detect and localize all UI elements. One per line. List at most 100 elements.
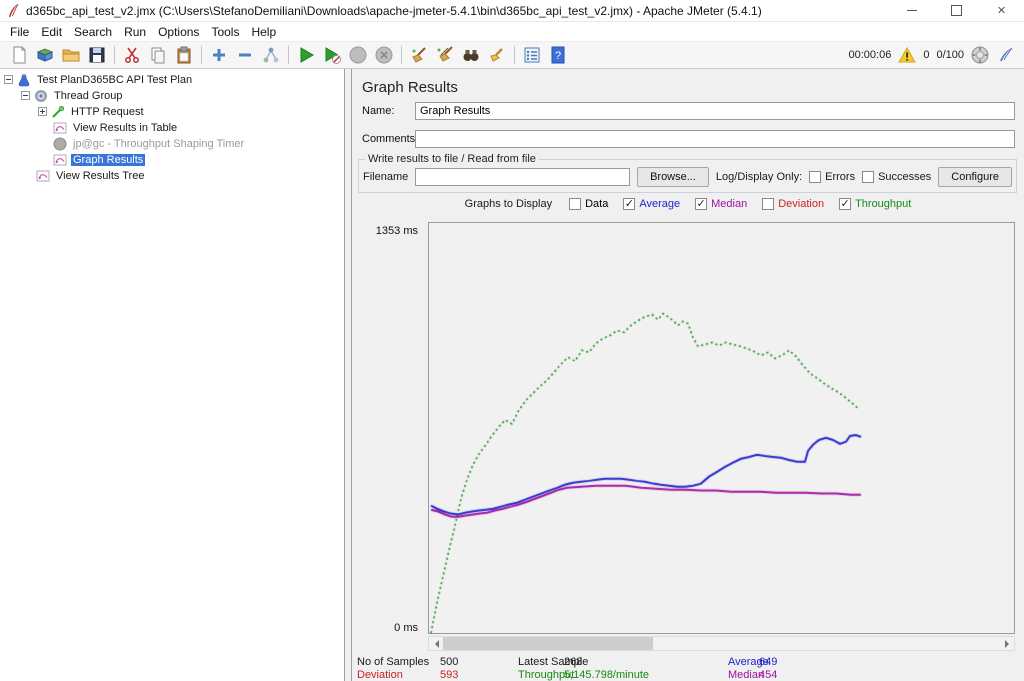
- filename-input[interactable]: [415, 168, 630, 186]
- comments-input[interactable]: [415, 130, 1015, 148]
- minimize-button[interactable]: [889, 0, 934, 21]
- median-stat-value: 454: [759, 669, 777, 681]
- throughput-stat-value: 5,145.798/minute: [564, 669, 649, 681]
- add-button[interactable]: [206, 43, 232, 67]
- toolbar-status: 00:00:06 0 0/100: [849, 46, 1018, 64]
- add-icon: [209, 45, 229, 65]
- tree-item-throughput-shaping-timer[interactable]: jp@gc - Throughput Shaping Timer: [0, 136, 344, 151]
- remote-threads-icon[interactable]: [971, 46, 989, 64]
- browse-button[interactable]: Browse...: [637, 167, 709, 187]
- menu-options[interactable]: Options: [152, 23, 205, 41]
- tree-item-http-request[interactable]: HTTP Request: [0, 104, 344, 119]
- chart-listener-icon: [36, 169, 50, 183]
- function-helper-button[interactable]: [519, 43, 545, 67]
- new-file-button[interactable]: [6, 43, 32, 67]
- search-reset-button[interactable]: [484, 43, 510, 67]
- scrollbar-track[interactable]: [443, 637, 1000, 650]
- stop-button[interactable]: [345, 43, 371, 67]
- search-button[interactable]: [458, 43, 484, 67]
- data-checkbox[interactable]: Data: [569, 198, 608, 210]
- y-axis-min-label: 0 ms: [366, 622, 418, 634]
- menu-help[interactable]: Help: [245, 23, 282, 41]
- save-button[interactable]: [84, 43, 110, 67]
- checkbox-box-checked: [623, 198, 635, 210]
- collapse-icon[interactable]: [4, 75, 13, 84]
- median-checkbox[interactable]: Median: [695, 198, 747, 210]
- titlebar: d365bc_api_test_v2.jmx (C:\Users\Stefano…: [0, 0, 1024, 22]
- splitter[interactable]: [345, 69, 352, 681]
- copy-icon: [148, 45, 168, 65]
- menu-search[interactable]: Search: [68, 23, 118, 41]
- average-stat-value: 649: [759, 656, 777, 668]
- horizontal-scrollbar[interactable]: [428, 636, 1015, 651]
- start-icon: [296, 45, 316, 65]
- window-title: d365bc_api_test_v2.jmx (C:\Users\Stefano…: [26, 4, 762, 18]
- feather-icon: [996, 47, 1014, 63]
- svg-text:?: ?: [555, 50, 561, 62]
- tree-item-label: Test PlanD365BC API Test Plan: [35, 74, 194, 86]
- menu-run[interactable]: Run: [118, 23, 152, 41]
- graph-canvas: [429, 223, 1014, 633]
- errors-label: Errors: [825, 171, 855, 183]
- chart-region: 1353 ms 0 ms: [352, 219, 1024, 659]
- configure-button[interactable]: Configure: [938, 167, 1012, 187]
- new-file-icon: [9, 45, 29, 65]
- warning-triangle-icon[interactable]: [898, 47, 916, 63]
- successes-checkbox[interactable]: Successes: [862, 171, 931, 183]
- remove-button[interactable]: [232, 43, 258, 67]
- toolbar-separator: [201, 46, 202, 64]
- window-controls: [889, 0, 1024, 21]
- thread-count: 0/100: [936, 49, 964, 61]
- clear-one-icon: [409, 45, 429, 65]
- scroll-right-arrow-icon[interactable]: [1000, 637, 1014, 650]
- toolbar-separator: [401, 46, 402, 64]
- menu-edit[interactable]: Edit: [35, 23, 68, 41]
- open-button[interactable]: [58, 43, 84, 67]
- tree-item-label: jp@gc - Throughput Shaping Timer: [71, 138, 246, 150]
- collapse-icon[interactable]: [21, 91, 30, 100]
- deviation-checkbox[interactable]: Deviation: [762, 198, 824, 210]
- filename-label: Filename: [363, 171, 408, 183]
- tree-item-label: HTTP Request: [69, 106, 146, 118]
- tree-item-view-results-tree[interactable]: View Results Tree: [0, 168, 344, 183]
- shutdown-button[interactable]: [371, 43, 397, 67]
- tree-item-test-plan[interactable]: Test PlanD365BC API Test Plan: [0, 72, 344, 87]
- start-button[interactable]: [293, 43, 319, 67]
- paste-button[interactable]: [171, 43, 197, 67]
- close-button[interactable]: [979, 0, 1024, 21]
- search-reset-icon: [487, 45, 507, 65]
- test-plan-tree: Test PlanD365BC API Test Plan Thread Gro…: [0, 69, 345, 681]
- scroll-left-arrow-icon[interactable]: [429, 637, 443, 650]
- groupbox-legend: Write results to file / Read from file: [365, 153, 539, 165]
- clear-all-button[interactable]: [432, 43, 458, 67]
- main-area: Test PlanD365BC API Test Plan Thread Gro…: [0, 69, 1024, 681]
- throughput-checkbox[interactable]: Throughput: [839, 198, 911, 210]
- tree-item-thread-group[interactable]: Thread Group: [0, 88, 344, 103]
- errors-checkbox[interactable]: Errors: [809, 171, 855, 183]
- clear-button[interactable]: [406, 43, 432, 67]
- start-no-timers-button[interactable]: [319, 43, 345, 67]
- open-folder-icon: [61, 45, 81, 65]
- copy-button[interactable]: [145, 43, 171, 67]
- stop-icon: [348, 45, 368, 65]
- latest-sample-value: 268: [564, 656, 582, 668]
- write-results-groupbox: Write results to file / Read from file F…: [358, 153, 1017, 193]
- menu-file[interactable]: File: [4, 23, 35, 41]
- menubar: File Edit Search Run Options Tools Help: [0, 22, 1024, 42]
- tree-item-view-results-table[interactable]: View Results in Table: [0, 120, 344, 135]
- tree-item-label: Thread Group: [52, 90, 124, 102]
- restart-button[interactable]: [258, 43, 284, 67]
- cut-button[interactable]: [119, 43, 145, 67]
- expand-icon[interactable]: [38, 107, 47, 116]
- menu-tools[interactable]: Tools: [205, 23, 245, 41]
- tree-item-graph-results[interactable]: Graph Results: [0, 152, 344, 167]
- templates-button[interactable]: [32, 43, 58, 67]
- checkbox-box: [569, 198, 581, 210]
- maximize-button[interactable]: [934, 0, 979, 21]
- scrollbar-thumb[interactable]: [443, 637, 653, 650]
- help-button[interactable]: ?: [545, 43, 571, 67]
- warning-count: 0: [923, 49, 929, 61]
- average-checkbox[interactable]: Average: [623, 198, 680, 210]
- name-input[interactable]: [415, 102, 1015, 120]
- checkbox-box: [809, 171, 821, 183]
